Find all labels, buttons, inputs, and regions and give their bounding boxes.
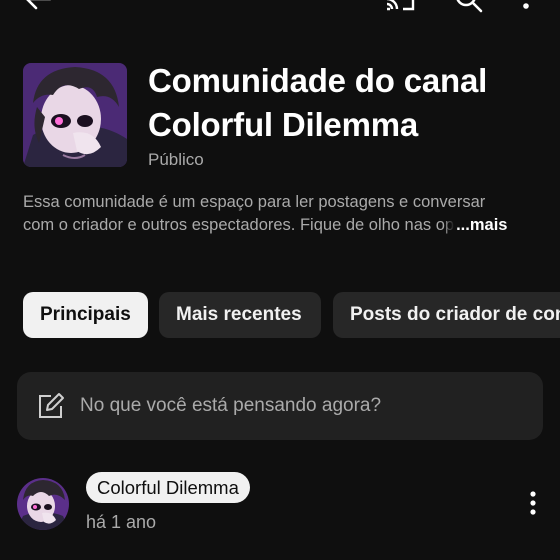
author-name-chip[interactable]: Colorful Dilemma (86, 472, 250, 503)
title-line-2: Colorful Dilemma (148, 106, 419, 143)
more-vert-icon[interactable] (520, 0, 532, 17)
tab-principais[interactable]: Principais (23, 292, 148, 338)
tab-mais-recentes[interactable]: Mais recentes (159, 292, 321, 338)
post-composer[interactable]: No que você está pensando agora? (17, 372, 543, 440)
edit-icon (37, 392, 65, 425)
description-fade-text: op (435, 216, 455, 234)
community-description[interactable]: Essa comunidade é um espaço para ler pos… (23, 191, 543, 237)
community-screen: Comunidade do canal Colorful Dilemma Púb… (0, 0, 560, 560)
page-title: Comunidade do canal Colorful Dilemma (148, 59, 548, 147)
description-line-2: com o criador e outros espectadores. Fiq… (23, 214, 543, 237)
read-more-link[interactable]: ...mais (456, 216, 507, 234)
top-app-bar (0, 0, 560, 16)
author-avatar[interactable] (17, 478, 69, 530)
cast-icon[interactable] (384, 0, 416, 17)
visibility-label: Público (148, 150, 204, 169)
description-line-1: Essa comunidade é um espaço para ler pos… (23, 193, 486, 211)
post-more-vert-icon[interactable] (528, 490, 538, 521)
description-line-2-text: com o criador e outros espectadores. Fiq… (23, 216, 436, 234)
composer-placeholder: No que você está pensando agora? (80, 395, 382, 416)
back-arrow-icon[interactable] (22, 0, 52, 17)
tab-posts-do-criador[interactable]: Posts do criador de conteúdo (333, 292, 560, 338)
search-icon[interactable] (454, 0, 484, 19)
channel-avatar (23, 63, 127, 167)
post-timestamp: há 1 ano (86, 512, 157, 532)
title-line-1: Comunidade do canal (148, 62, 488, 99)
